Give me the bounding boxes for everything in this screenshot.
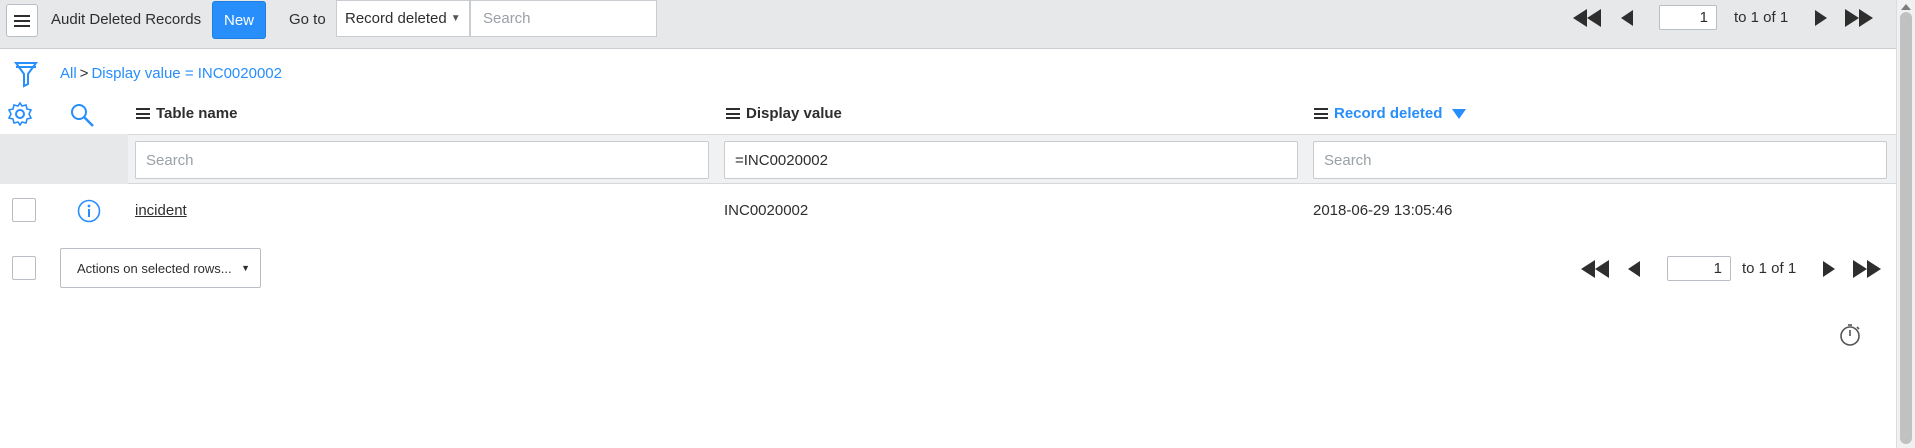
list-menu-button[interactable] (6, 4, 38, 37)
goto-label: Go to (289, 11, 326, 28)
actions-dropdown[interactable]: Actions on selected rows... ▼ (60, 248, 261, 288)
page-range-text: to 1 of 1 (1734, 9, 1789, 26)
row-select-checkbox[interactable] (12, 198, 36, 222)
last-page-icon[interactable] (1845, 9, 1875, 27)
first-page-icon[interactable] (1581, 260, 1611, 278)
column-header-label: Table name (156, 105, 238, 122)
column-header-table-name[interactable]: Table name (136, 105, 237, 122)
gear-icon[interactable] (7, 101, 33, 130)
goto-field-value: Record deleted (345, 10, 447, 27)
record-deleted-cell: 2018-06-29 13:05:46 (1313, 202, 1453, 219)
list-title: Audit Deleted Records (51, 11, 202, 28)
display-value-cell: INC0020002 (724, 202, 809, 219)
page-number-input[interactable]: 1 (1667, 256, 1731, 281)
actions-dropdown-label: Actions on selected rows... (77, 260, 232, 276)
column-menu-icon[interactable] (136, 108, 150, 119)
column-header-label: Display value (746, 105, 842, 122)
scroll-thumb[interactable] (1900, 12, 1912, 444)
record-deleted-filter-input[interactable]: Search (1313, 141, 1887, 179)
display-value-filter-input[interactable]: =INC0020002 (724, 141, 1298, 179)
scroll-up-icon[interactable] (1901, 4, 1911, 10)
page-range-text: to 1 of 1 (1742, 260, 1797, 277)
previous-page-icon[interactable] (1619, 9, 1635, 27)
previous-page-icon[interactable] (1626, 260, 1642, 278)
table-name-cell-link[interactable]: incident (135, 202, 187, 219)
list-header-bar: Audit Deleted Records New Go to Record d… (0, 0, 1896, 49)
stopwatch-icon[interactable] (1838, 322, 1864, 352)
column-header-label: Record deleted (1334, 105, 1443, 122)
filter-row-gutter (0, 134, 128, 184)
list-menu-icon (14, 14, 30, 27)
vertical-scrollbar[interactable] (1896, 0, 1915, 448)
next-page-icon[interactable] (1813, 9, 1829, 27)
chevron-down-icon: ▼ (450, 13, 461, 24)
info-icon[interactable] (77, 199, 101, 227)
breadcrumb: All > Display value = INC0020002 (60, 65, 282, 82)
select-all-checkbox[interactable] (12, 256, 36, 280)
breadcrumb-all-link[interactable]: All (60, 65, 77, 82)
column-header-record-deleted[interactable]: Record deleted (1314, 105, 1467, 122)
sort-descending-icon[interactable] (1452, 108, 1467, 119)
search-icon[interactable] (70, 103, 94, 131)
goto-search-input[interactable]: Search (470, 0, 657, 37)
breadcrumb-filter-link[interactable]: Display value = INC0020002 (91, 65, 282, 82)
filter-funnel-icon[interactable] (14, 60, 38, 92)
new-button[interactable]: New (212, 1, 266, 39)
table-name-filter-input[interactable]: Search (135, 141, 709, 179)
column-menu-icon[interactable] (726, 108, 740, 119)
next-page-icon[interactable] (1821, 260, 1837, 278)
goto-field-select[interactable]: Record deleted ▼ (336, 0, 470, 37)
first-page-icon[interactable] (1573, 9, 1603, 27)
breadcrumb-separator: > (79, 65, 89, 82)
last-page-icon[interactable] (1853, 260, 1883, 278)
column-menu-icon[interactable] (1314, 108, 1328, 119)
chevron-down-icon: ▼ (241, 263, 250, 273)
page-number-input[interactable]: 1 (1659, 5, 1717, 30)
column-header-display-value[interactable]: Display value (726, 105, 842, 122)
